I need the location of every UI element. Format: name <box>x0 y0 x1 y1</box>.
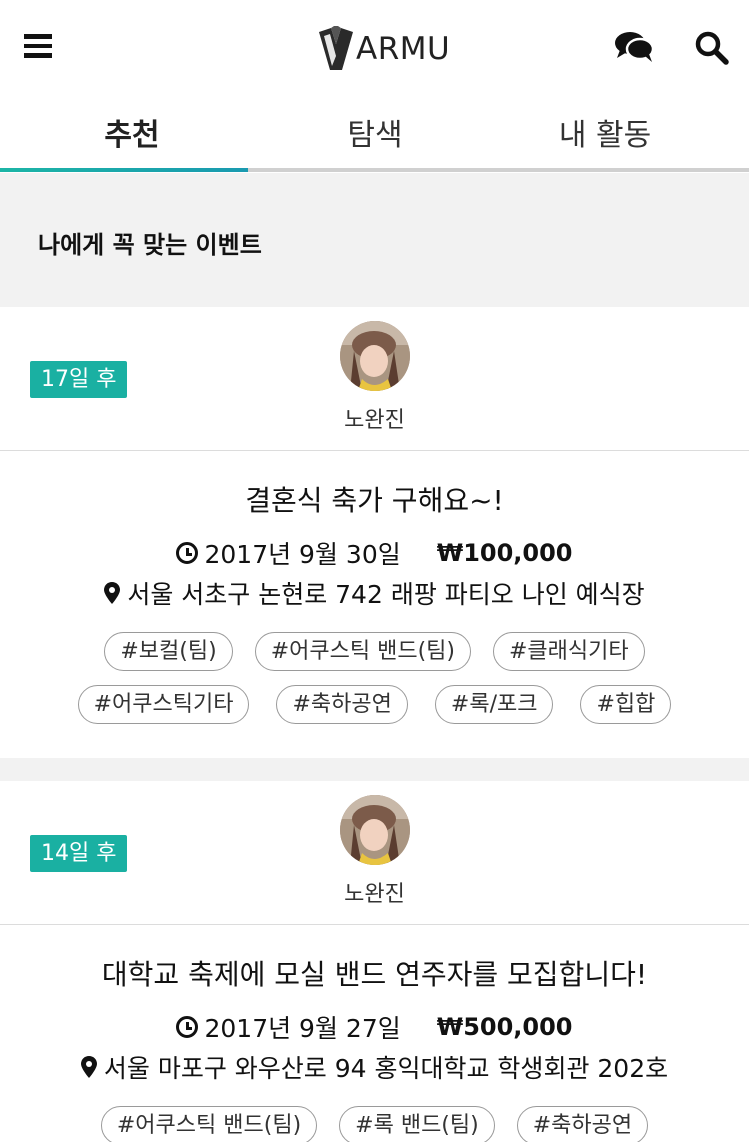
tab-explore[interactable]: 탐색 <box>250 95 500 168</box>
armu-logo[interactable]: ARMU <box>318 26 450 72</box>
host-avatar[interactable] <box>340 321 410 391</box>
tab-bar: 추천 탐색 내 활동 <box>0 95 749 173</box>
location-pin-icon <box>80 1056 97 1078</box>
event-date: 2017년 9월 30일 <box>204 540 401 569</box>
clock-icon <box>176 542 199 564</box>
event-card-header: 17일 후 노완진 <box>0 307 749 451</box>
event-date: 2017년 9월 27일 <box>204 1014 401 1043</box>
clock-icon <box>176 1016 199 1038</box>
chat-bubbles-icon[interactable] <box>614 30 654 64</box>
tag-chip[interactable]: #축하공연 <box>516 1106 649 1142</box>
host-avatar[interactable] <box>340 795 410 865</box>
avatar-image <box>340 321 410 391</box>
host-name[interactable]: 노완진 <box>0 876 749 908</box>
tag-row: #어쿠스틱기타 #축하공연 #록/포크 #힙합 <box>0 685 749 724</box>
event-title[interactable]: 대학교 축제에 모실 밴드 연주자를 모집합니다! <box>0 953 749 993</box>
event-address-row: 서울 마포구 와우산로 94 홍익대학교 학생회관 202호 <box>0 1049 749 1085</box>
host-name[interactable]: 노완진 <box>0 402 749 434</box>
dday-badge: 14일 후 <box>30 835 128 872</box>
tab-underline <box>0 168 749 172</box>
section-header: 나에게 꼭 맞는 이벤트 <box>0 173 749 305</box>
tag-chip[interactable]: #축하공연 <box>276 685 408 724</box>
event-address: 서울 마포구 와우산로 94 홍익대학교 학생회관 202호 <box>103 1054 669 1083</box>
search-icon[interactable] <box>694 30 730 66</box>
event-title[interactable]: 결혼식 축가 구해요~! <box>0 479 749 519</box>
dday-badge: 17일 후 <box>30 361 128 398</box>
tag-chip[interactable]: #클래식기타 <box>492 632 645 671</box>
tag-chip[interactable]: #어쿠스틱 밴드(팀) <box>100 1106 318 1142</box>
hamburger-menu-icon[interactable] <box>24 34 52 58</box>
event-date-price-row: 2017년 9월 27일 ₩500,000 <box>0 1009 749 1045</box>
tag-chip[interactable]: #록 밴드(팀) <box>339 1106 495 1142</box>
section-title: 나에게 꼭 맞는 이벤트 <box>38 231 262 259</box>
tab-my-activity[interactable]: 내 활동 <box>480 95 730 168</box>
top-app-bar: ARMU <box>0 0 749 95</box>
tag-chip[interactable]: #어쿠스틱기타 <box>77 685 250 724</box>
active-tab-indicator <box>0 168 248 172</box>
event-card-header: 14일 후 노완진 <box>0 781 749 925</box>
avatar-image <box>340 795 410 865</box>
event-address: 서울 서초구 논현로 742 래팡 파티오 나인 예식장 <box>127 580 645 609</box>
event-card[interactable]: 14일 후 노완진 대학교 축제에 모실 밴드 연주자를 모집합니다! 2017… <box>0 781 749 1142</box>
tag-chip[interactable]: #힙합 <box>580 685 672 724</box>
location-pin-icon <box>104 582 121 604</box>
event-price: ₩500,000 <box>436 1013 573 1041</box>
tag-chip[interactable]: #보컬(팀) <box>104 632 233 671</box>
armu-logo-mark <box>319 26 353 70</box>
tab-recommended[interactable]: 추천 <box>0 95 264 168</box>
logo-text: ARMU <box>356 31 451 67</box>
tag-chip[interactable]: #록/포크 <box>434 685 554 724</box>
event-price: ₩100,000 <box>436 539 573 567</box>
event-date-price-row: 2017년 9월 30일 ₩100,000 <box>0 535 749 571</box>
event-card[interactable]: 17일 후 노완진 결혼식 축가 구해요~! 2017년 9월 30일 ₩100… <box>0 307 749 758</box>
tag-row: #어쿠스틱 밴드(팀) #록 밴드(팀) #축하공연 <box>0 1106 749 1142</box>
tag-row: #보컬(팀) #어쿠스틱 밴드(팀) #클래식기타 <box>0 632 749 671</box>
tag-chip[interactable]: #어쿠스틱 밴드(팀) <box>254 632 471 671</box>
event-address-row: 서울 서초구 논현로 742 래팡 파티오 나인 예식장 <box>0 575 749 611</box>
